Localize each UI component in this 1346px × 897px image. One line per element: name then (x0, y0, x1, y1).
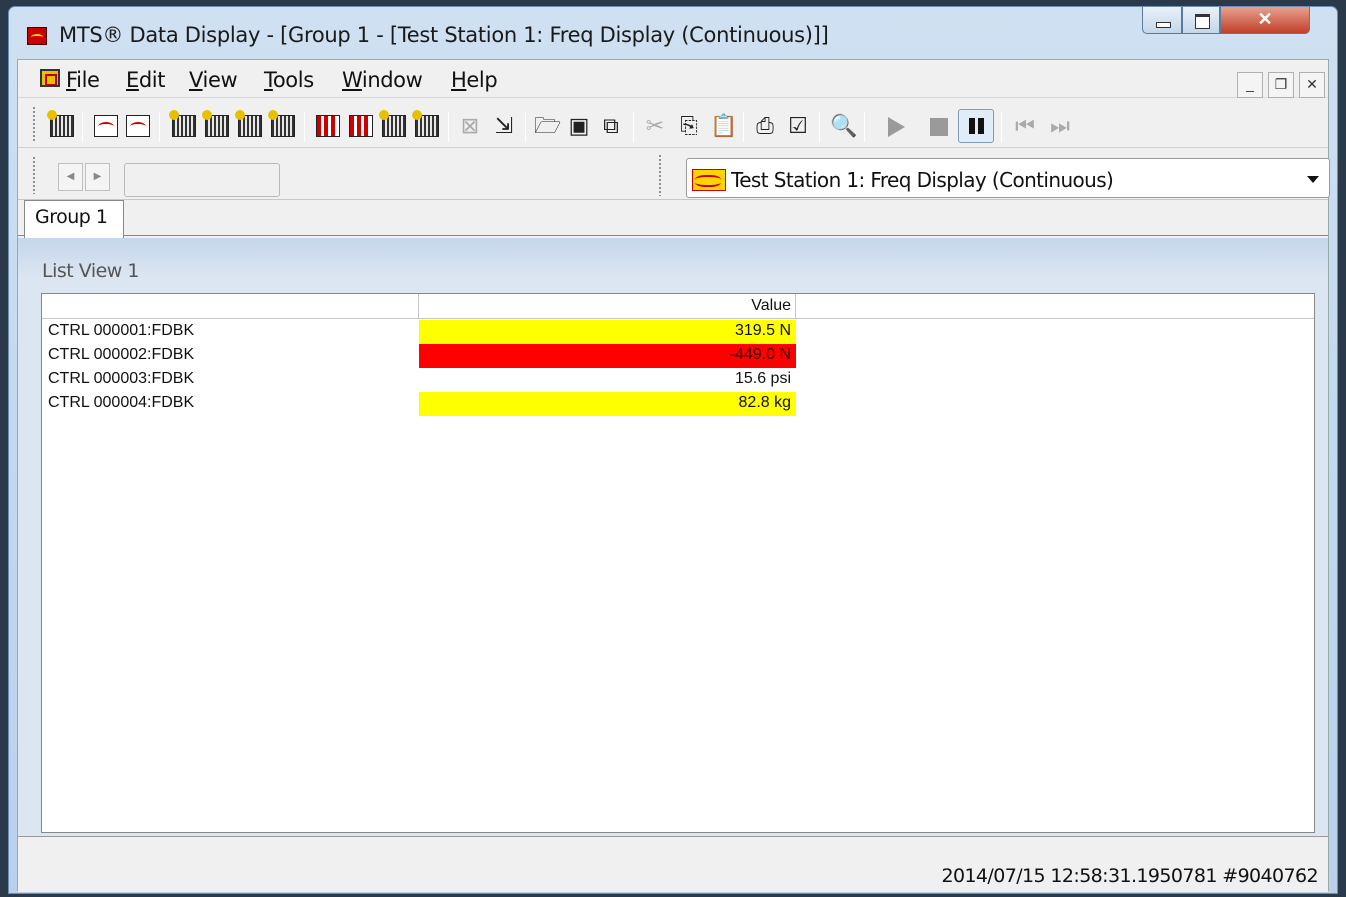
signal-value: -449.0 N (419, 344, 796, 368)
new-plot-icon[interactable] (126, 115, 150, 137)
menu-bar: File Edit View Tools Window Help _ ❐ ✕ (18, 60, 1328, 98)
rewind-icon[interactable]: ⏮ (1013, 115, 1037, 137)
menu-window[interactable]: Window (342, 68, 423, 92)
navigation-toolbar: ◀ ▶ Test Station 1: Freq Display (Contin… (18, 148, 1330, 200)
toolbar-grip[interactable] (32, 106, 36, 142)
column-header-name[interactable] (42, 294, 419, 319)
mdi-close-button[interactable]: ✕ (1299, 72, 1325, 98)
toolbar-grip[interactable] (32, 156, 36, 194)
document-icon[interactable] (40, 69, 60, 87)
maximize-button[interactable] (1182, 7, 1220, 34)
properties-icon[interactable]: ☑ (786, 115, 810, 137)
minimize-button[interactable] (1142, 7, 1182, 34)
list-view-title: List View 1 (42, 260, 139, 282)
fast-forward-icon[interactable]: ⏭ (1048, 115, 1072, 137)
menu-file[interactable]: File (66, 68, 100, 92)
toolbar-separator (1001, 112, 1002, 142)
cut-icon[interactable]: ✂ (643, 115, 667, 137)
window-title: MTS® Data Display - [Group 1 - [Test Sta… (59, 23, 829, 47)
open-folder-icon[interactable]: 🗁 (534, 115, 561, 137)
signal-name: CTRL 000004:FDBK (48, 394, 195, 411)
new-list-view-icon[interactable] (379, 110, 406, 137)
delete-display-icon[interactable]: ⊠ (458, 115, 482, 137)
table-row[interactable]: CTRL 000002:FDBK -449.0 N (42, 344, 796, 368)
toolbar-separator (448, 112, 449, 142)
signal-name: CTRL 000001:FDBK (48, 322, 195, 339)
play-icon[interactable] (888, 117, 905, 137)
main-frame: File Edit View Tools Window Help _ ❐ ✕ ⊠… (17, 59, 1330, 892)
display-selector[interactable]: Test Station 1: Freq Display (Continuous… (686, 158, 1330, 198)
menu-tools[interactable]: Tools (264, 68, 314, 92)
chevron-down-icon[interactable] (1307, 176, 1319, 183)
new-table-icon[interactable] (202, 110, 229, 137)
group-client-area: List View 1 Value CTRL 000001:FDBK 319.5 … (18, 238, 1328, 836)
group-tabs: Group 1 (18, 200, 1328, 238)
new-histogram-icon[interactable] (349, 115, 373, 137)
app-icon[interactable] (27, 27, 47, 45)
table-row[interactable]: CTRL 000001:FDBK 319.5 N (42, 320, 796, 344)
mdi-restore-button[interactable]: ❐ (1268, 72, 1294, 98)
zoom-icon[interactable]: 🔍 (830, 115, 857, 137)
toolbar-separator (633, 112, 634, 142)
menu-edit[interactable]: Edit (126, 68, 165, 92)
new-scope-icon[interactable] (94, 115, 118, 137)
signal-value: 15.6 psi (419, 368, 796, 392)
display-selector-value: Test Station 1: Freq Display (Continuous… (731, 168, 1114, 192)
tab-group-1[interactable]: Group 1 (24, 200, 124, 238)
table-row[interactable]: CTRL 000003:FDBK 15.6 psi (42, 368, 796, 392)
toolbar-grip[interactable] (658, 154, 662, 196)
new-meter-icon[interactable] (47, 110, 74, 137)
list-header: Value (42, 294, 1314, 319)
save-all-icon[interactable]: ⧉ (599, 115, 623, 137)
pause-icon[interactable] (958, 109, 994, 143)
copy-icon[interactable]: ⎘ (677, 115, 701, 137)
signal-value: 82.8 kg (419, 392, 796, 416)
new-list-icon[interactable] (169, 110, 196, 137)
stop-icon[interactable] (930, 118, 948, 136)
toolbar-separator (864, 112, 865, 142)
table-row[interactable]: CTRL 000004:FDBK 82.8 kg (42, 392, 796, 416)
toolbar-separator (525, 112, 526, 142)
back-arrow-icon[interactable]: ◀ (58, 163, 83, 191)
import-icon[interactable]: ⇲ (492, 115, 516, 137)
app-window: MTS® Data Display - [Group 1 - [Test Sta… (8, 6, 1338, 894)
close-button[interactable]: ✕ (1220, 7, 1310, 34)
new-grid-icon[interactable] (235, 110, 262, 137)
toolbar-separator (819, 112, 820, 142)
signal-name: CTRL 000002:FDBK (48, 346, 195, 363)
toolbar-separator (82, 112, 83, 142)
mdi-minimize-button[interactable]: _ (1237, 72, 1263, 98)
toolbar-separator (743, 112, 744, 142)
save-icon[interactable]: ▣ (567, 115, 591, 137)
main-toolbar: ⊠ ⇲ 🗁 ▣ ⧉ ✂ ⎘ 📋 ⎙ ☑ 🔍 ⏮ ⏭ (18, 98, 1328, 148)
paste-icon[interactable]: 📋 (710, 115, 737, 137)
waveform-icon (692, 169, 726, 191)
status-bar: 2014/07/15 12:58:31.1950781 #9040762 (18, 836, 1328, 892)
new-bar-chart-icon[interactable] (316, 115, 340, 137)
toolbar-separator (304, 112, 305, 142)
menu-view[interactable]: View (189, 68, 238, 92)
toolbar-separator (159, 112, 160, 142)
status-timestamp: 2014/07/15 12:58:31.1950781 #9040762 (941, 865, 1318, 887)
menu-help[interactable]: Help (451, 68, 498, 92)
signal-name: CTRL 000003:FDBK (48, 370, 195, 387)
column-header-value[interactable]: Value (419, 294, 796, 319)
print-icon[interactable]: ⎙ (753, 115, 777, 137)
forward-arrow-icon[interactable]: ▶ (85, 163, 110, 191)
navigation-field[interactable] (124, 163, 280, 197)
new-color-display-icon[interactable] (412, 110, 439, 137)
list-view[interactable]: Value CTRL 000001:FDBK 319.5 N CTRL 000002… (41, 293, 1315, 833)
signal-value: 319.5 N (419, 320, 796, 344)
close-icon: ✕ (1257, 9, 1273, 29)
title-bar[interactable]: MTS® Data Display - [Group 1 - [Test Sta… (9, 7, 1337, 57)
new-array-icon[interactable] (268, 110, 295, 137)
